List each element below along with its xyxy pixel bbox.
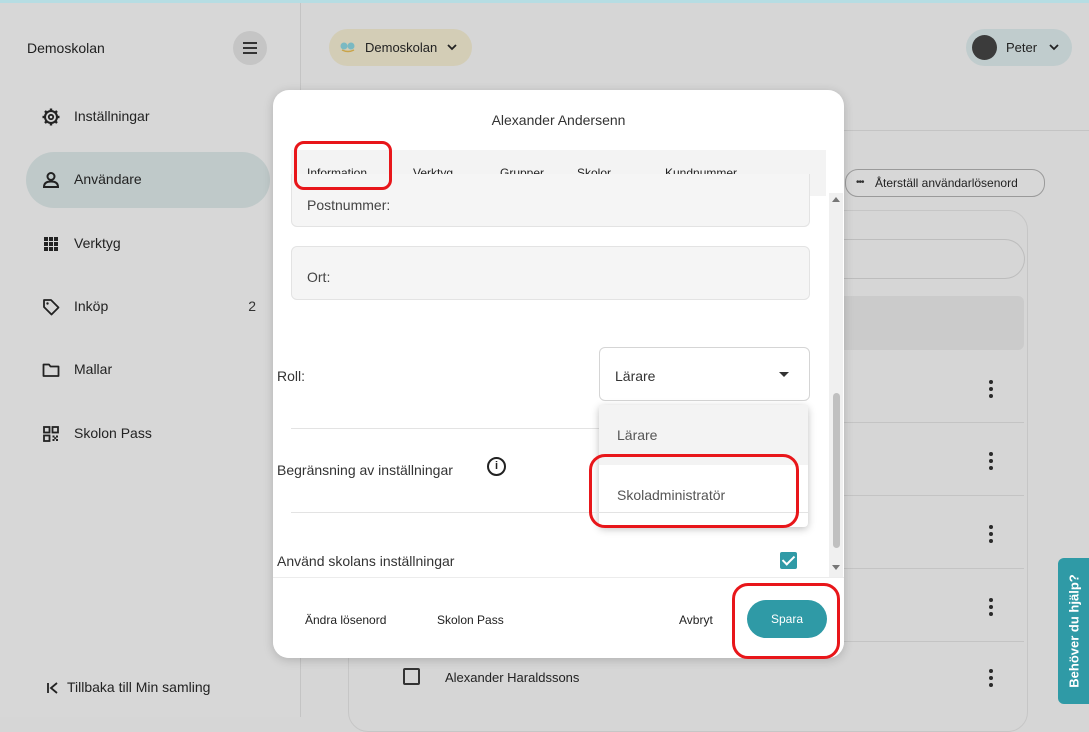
sidebar-item-label: Skolon Pass bbox=[74, 425, 152, 441]
user-icon bbox=[42, 172, 60, 188]
row-checkbox[interactable] bbox=[403, 668, 420, 685]
school-name: Demoskolan bbox=[365, 40, 438, 55]
sidebar-item-skolon-pass[interactable]: Skolon Pass bbox=[26, 406, 270, 462]
table-row-name: Alexander Haraldssons bbox=[445, 670, 580, 685]
cancel-button[interactable]: Avbryt bbox=[679, 613, 713, 627]
sidebar-item-label: Användare bbox=[74, 171, 142, 187]
role-select[interactable]: Lärare bbox=[599, 347, 810, 401]
back-to-collection-link[interactable]: Tillbaka till Min samling bbox=[67, 679, 210, 695]
dialog-scrollbar[interactable] bbox=[829, 193, 843, 577]
school-logo-icon bbox=[340, 42, 355, 53]
sidebar-item-label: Mallar bbox=[74, 361, 113, 377]
sidebar-item-label: Verktyg bbox=[74, 235, 121, 251]
user-menu[interactable]: Peter bbox=[966, 29, 1072, 66]
user-name: Peter bbox=[1006, 40, 1038, 55]
dots-icon: ••• bbox=[856, 177, 864, 188]
sidebar-item-templates[interactable]: Mallar bbox=[26, 342, 270, 398]
gear-icon bbox=[42, 108, 60, 126]
menu-toggle-button[interactable] bbox=[233, 31, 267, 65]
dialog-title: Alexander Andersenn bbox=[491, 112, 626, 128]
row-menu-icon[interactable] bbox=[989, 452, 993, 470]
table-header bbox=[838, 296, 1024, 350]
caret-down-icon bbox=[779, 372, 789, 377]
help-tab[interactable]: Behöver du hjälp? bbox=[1058, 558, 1089, 704]
qr-icon bbox=[43, 426, 59, 442]
search-input[interactable] bbox=[832, 239, 1025, 279]
sidebar: Demoskolan Inställningar Användare Verkt… bbox=[0, 3, 301, 717]
sidebar-item-label: Inställningar bbox=[74, 108, 150, 124]
avatar bbox=[972, 35, 997, 60]
restriction-label: Begränsning av inställningar bbox=[277, 462, 453, 478]
chevron-down-icon bbox=[1049, 44, 1059, 51]
folder-icon bbox=[42, 363, 60, 377]
scroll-thumb[interactable] bbox=[833, 393, 840, 548]
info-icon[interactable] bbox=[487, 457, 506, 476]
sidebar-item-purchases[interactable]: Inköp 2 bbox=[26, 279, 270, 335]
hamburger-icon bbox=[243, 42, 257, 44]
school-selector[interactable]: Demoskolan bbox=[329, 29, 472, 66]
brand-name: Demoskolan bbox=[27, 40, 105, 56]
sidebar-item-label: Inköp bbox=[74, 298, 109, 314]
annotation-highlight-school-admin bbox=[589, 454, 799, 528]
skolon-pass-button[interactable]: Skolon Pass bbox=[437, 613, 504, 627]
sidebar-item-settings[interactable]: Inställningar bbox=[26, 89, 270, 145]
sidebar-item-tools[interactable]: Verktyg bbox=[26, 216, 270, 272]
use-school-settings-checkbox[interactable] bbox=[780, 552, 797, 569]
annotation-highlight-information-tab bbox=[294, 141, 392, 190]
scroll-up-icon[interactable] bbox=[832, 197, 840, 202]
annotation-highlight-save bbox=[732, 583, 840, 659]
grid-icon bbox=[44, 237, 58, 251]
chevron-down-icon bbox=[447, 44, 457, 51]
change-password-button[interactable]: Ändra lösenord bbox=[305, 613, 386, 627]
reset-password-button[interactable]: ••• Återställ användarlösenord bbox=[845, 169, 1045, 197]
scroll-down-icon[interactable] bbox=[832, 565, 840, 570]
purchases-count-badge: 2 bbox=[248, 298, 256, 314]
row-menu-icon[interactable] bbox=[989, 380, 993, 398]
back-icon bbox=[47, 682, 58, 694]
row-menu-icon[interactable] bbox=[989, 525, 993, 543]
row-menu-icon[interactable] bbox=[989, 598, 993, 616]
sidebar-item-users[interactable]: Användare bbox=[26, 152, 270, 208]
city-field[interactable]: Ort: bbox=[291, 246, 810, 300]
row-menu-icon[interactable] bbox=[989, 669, 993, 687]
role-label: Roll: bbox=[277, 368, 306, 384]
tag-icon bbox=[43, 299, 60, 316]
use-school-settings-label: Använd skolans inställningar bbox=[277, 553, 455, 569]
